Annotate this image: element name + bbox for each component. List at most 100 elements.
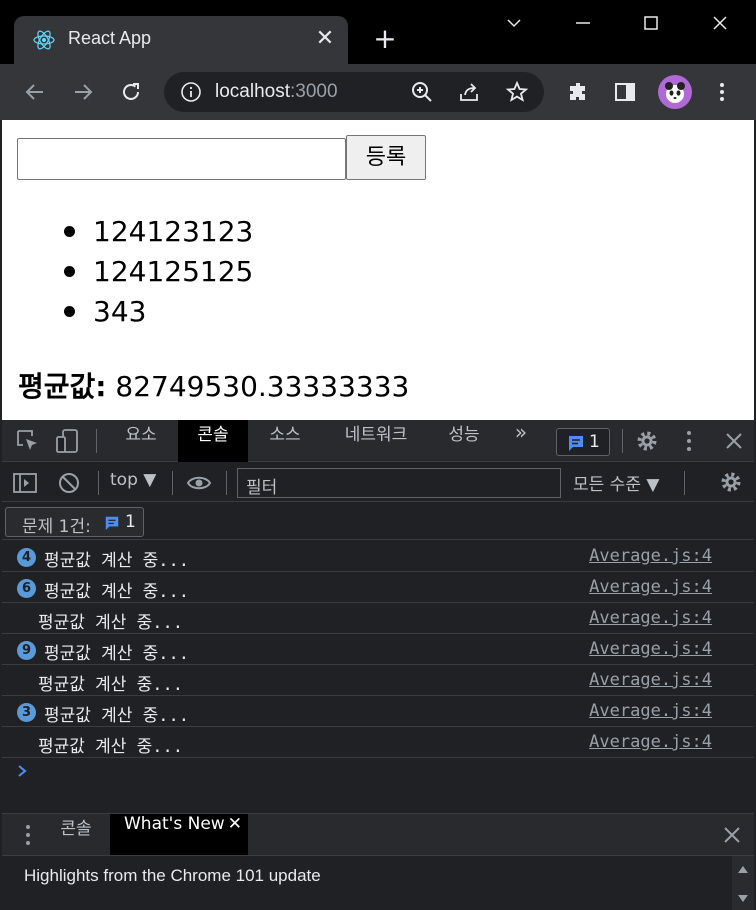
source-link[interactable]: Average.js:4: [589, 701, 712, 721]
register-button[interactable]: 등록: [346, 135, 426, 180]
log-row: 평균값 계산 중... Average.js:4: [2, 665, 754, 696]
zoom-icon[interactable]: [410, 80, 434, 104]
issues-label: 문제 1건:: [22, 517, 91, 537]
tab-sources[interactable]: 소스: [252, 420, 318, 462]
repeat-count-badge: 9: [17, 641, 36, 660]
tab-search-icon[interactable]: [499, 8, 529, 38]
reload-icon[interactable]: [116, 77, 146, 107]
back-arrow-icon[interactable]: [20, 77, 50, 107]
tab-network[interactable]: 네트워크: [324, 420, 428, 462]
drawer-menu-icon[interactable]: [15, 822, 41, 848]
close-drawer-icon[interactable]: [719, 822, 745, 848]
issues-badge[interactable]: 1: [556, 428, 610, 456]
log-message: 평균값 계산 중...: [38, 613, 184, 633]
source-link[interactable]: Average.js:4: [589, 577, 712, 597]
device-toolbar-icon[interactable]: [54, 428, 80, 454]
inspect-element-icon[interactable]: [15, 428, 41, 454]
source-link[interactable]: Average.js:4: [589, 608, 712, 628]
react-logo-icon: [33, 30, 55, 50]
toolbar-divider: [684, 471, 685, 495]
issues-bar: 문제 1건: 1: [2, 502, 754, 540]
source-link[interactable]: Average.js:4: [589, 732, 712, 752]
toolbar-divider: [98, 471, 99, 495]
close-drawer-tab-icon[interactable]: ✕: [228, 814, 242, 834]
eye-icon[interactable]: [186, 470, 212, 496]
address-bar[interactable]: localhost:3000: [164, 72, 544, 112]
scrollbar[interactable]: [732, 856, 754, 910]
browser-window: React App ✕ + localhost:3000 등록 12412312…: [0, 0, 756, 910]
url-port: :3000: [290, 81, 338, 102]
source-link[interactable]: Average.js:4: [589, 670, 712, 690]
highlights-text: Highlights from the Chrome 101 update: [24, 866, 321, 885]
side-panel-icon[interactable]: [610, 77, 640, 107]
maximize-icon[interactable]: [636, 8, 666, 38]
list-item: 124125125: [62, 252, 253, 292]
context-value: top: [110, 470, 138, 490]
number-list: 124123123 124125125 343: [62, 212, 253, 332]
drawer-tab-whats-new[interactable]: What's New ✕: [110, 814, 248, 856]
tab-performance[interactable]: 성능: [434, 420, 494, 462]
log-message: 평균값 계산 중...: [44, 551, 190, 571]
devtools-panel: 요소 콘솔 소스 네트워크 성능 » 1 top ▼ 필터 모든 수준 ▼ 문제…: [2, 420, 754, 910]
new-tab-button[interactable]: +: [370, 24, 400, 54]
chevron-down-icon: ▼: [143, 470, 157, 490]
scroll-down-icon[interactable]: [737, 894, 749, 904]
bookmark-star-icon[interactable]: [505, 80, 529, 104]
log-message: 평균값 계산 중...: [44, 706, 190, 726]
toolbar-divider: [226, 471, 227, 495]
close-tab-icon[interactable]: ✕: [312, 26, 338, 52]
browser-menu-icon[interactable]: [707, 77, 737, 107]
forward-arrow-icon[interactable]: [68, 77, 98, 107]
clear-console-icon[interactable]: [56, 470, 82, 496]
page-viewport: 등록 124123123 124125125 343 평균값: 82749530…: [2, 120, 754, 420]
repeat-count-badge: 3: [17, 703, 36, 722]
issues-button[interactable]: 문제 1건: 1: [5, 507, 144, 537]
log-row: 6 평균값 계산 중... Average.js:4: [2, 572, 754, 603]
settings-gear-icon[interactable]: [634, 428, 660, 454]
log-message: 평균값 계산 중...: [44, 644, 190, 664]
share-icon[interactable]: [457, 80, 481, 104]
sidebar-toggle-icon[interactable]: [12, 470, 38, 496]
console-log: 4 평균값 계산 중... Average.js:4 6 평균값 계산 중...…: [2, 541, 754, 777]
log-message: 평균값 계산 중...: [38, 675, 184, 695]
log-levels-dropdown[interactable]: 모든 수준 ▼: [573, 470, 659, 495]
url-host: localhost: [215, 81, 290, 102]
log-row: 3 평균값 계산 중... Average.js:4: [2, 696, 754, 727]
profile-avatar[interactable]: [658, 75, 692, 109]
minimize-icon[interactable]: [568, 8, 598, 38]
issues-count: 1: [125, 512, 136, 532]
context-select[interactable]: top ▼: [110, 470, 156, 490]
repeat-count-badge: 6: [17, 579, 36, 598]
toolbar-divider: [172, 471, 173, 495]
devtools-menu-icon[interactable]: [676, 428, 702, 454]
browser-tab[interactable]: React App ✕: [14, 16, 348, 64]
close-devtools-icon[interactable]: [721, 428, 747, 454]
tab-elements[interactable]: 요소: [108, 420, 174, 462]
console-settings-icon[interactable]: [718, 469, 744, 495]
more-tabs-button[interactable]: »: [504, 420, 538, 462]
close-window-icon[interactable]: [705, 8, 735, 38]
list-item: 124123123: [62, 212, 253, 252]
url-text[interactable]: localhost:3000: [215, 81, 338, 103]
drawer-tabbar: 콘솔 What's New ✕: [2, 813, 754, 856]
number-input[interactable]: [17, 138, 346, 180]
console-toolbar: top ▼ 필터 모든 수준 ▼: [2, 462, 754, 502]
message-icon: [105, 516, 119, 531]
drawer-tab-console[interactable]: 콘솔: [46, 814, 106, 856]
issues-count: 1: [589, 432, 600, 452]
site-info-icon[interactable]: [180, 81, 202, 103]
source-link[interactable]: Average.js:4: [589, 546, 712, 566]
levels-value: 모든 수준: [573, 475, 641, 495]
average-display: 평균값: 82749530.33333333: [18, 365, 409, 405]
toolbar-divider: [622, 429, 623, 453]
tab-console[interactable]: 콘솔: [178, 420, 248, 462]
scroll-up-icon[interactable]: [737, 864, 749, 874]
source-link[interactable]: Average.js:4: [589, 639, 712, 659]
browser-toolbar: localhost:3000: [0, 64, 756, 120]
filter-placeholder: 필터: [246, 478, 278, 498]
filter-input[interactable]: 필터: [237, 468, 561, 498]
extensions-icon[interactable]: [563, 77, 593, 107]
log-row: 9 평균값 계산 중... Average.js:4: [2, 634, 754, 665]
message-icon: [569, 436, 583, 451]
console-prompt-chevron-icon[interactable]: [15, 764, 29, 778]
